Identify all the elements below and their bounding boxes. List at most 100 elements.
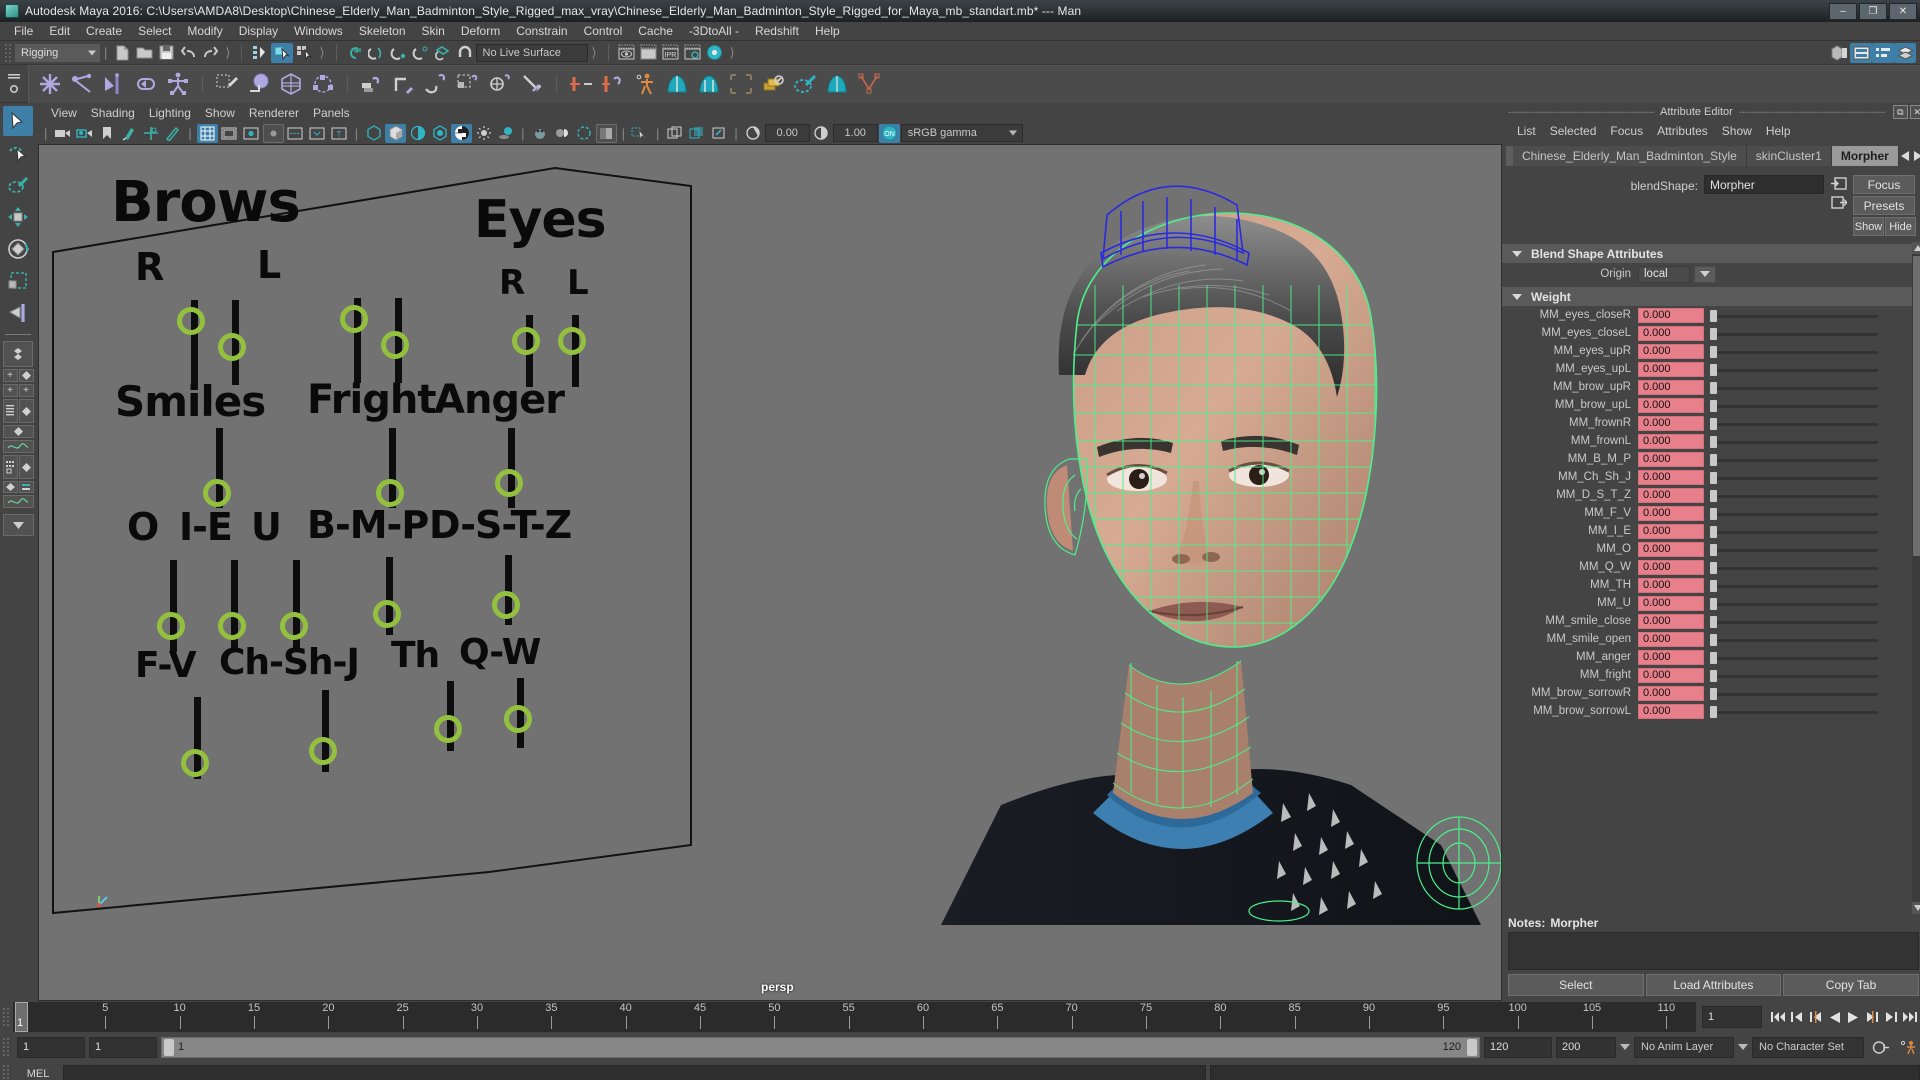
snap-view-plane-icon[interactable] xyxy=(432,43,454,63)
slider-knob[interactable] xyxy=(1710,453,1717,466)
scroll-down-arrow-icon[interactable] xyxy=(1911,902,1920,914)
tab-next-arrow-icon[interactable] xyxy=(1912,146,1920,166)
parent-constraint-icon[interactable] xyxy=(357,69,387,99)
weight-slider[interactable] xyxy=(1708,506,1904,521)
menu-set-selector[interactable]: Rigging xyxy=(15,43,100,62)
two-d-pan-zoom-icon[interactable] xyxy=(140,124,161,143)
ae-menu-focus[interactable]: Focus xyxy=(1603,124,1650,138)
i-e-handle[interactable] xyxy=(218,612,246,640)
weight-slider[interactable] xyxy=(1708,578,1904,593)
menu-cache[interactable]: Cache xyxy=(630,22,681,41)
paint-select-tool[interactable] xyxy=(3,170,33,200)
range-slider-gripper[interactable] xyxy=(2,1037,10,1057)
menu-create[interactable]: Create xyxy=(78,22,130,41)
select-hierarchy-icon[interactable] xyxy=(249,43,271,63)
shelf-tab-controls[interactable] xyxy=(0,65,28,103)
brows-l1-handle[interactable] xyxy=(340,305,368,333)
weight-value-field[interactable]: 0.000 xyxy=(1638,433,1704,449)
human-ik-icon[interactable] xyxy=(630,69,660,99)
move-tool[interactable] xyxy=(3,202,33,232)
menu-3dtoall[interactable]: -3DtoAll - xyxy=(681,22,747,41)
outliner-graph-editor-layout[interactable] xyxy=(2,481,18,493)
viewport-menu-show[interactable]: Show xyxy=(198,106,242,120)
close-icon[interactable]: ✕ xyxy=(1909,105,1920,119)
menu-control[interactable]: Control xyxy=(576,22,631,41)
step-back-frame-icon[interactable] xyxy=(1806,1006,1825,1028)
slider-knob[interactable] xyxy=(1710,561,1717,574)
weight-slider[interactable] xyxy=(1708,434,1904,449)
weight-value-field[interactable]: 0.000 xyxy=(1638,469,1704,485)
weight-value-field[interactable]: 0.000 xyxy=(1638,451,1704,467)
more-layouts[interactable] xyxy=(2,514,34,536)
weight-value-field[interactable]: 0.000 xyxy=(1638,397,1704,413)
resolution-gate-icon[interactable] xyxy=(241,124,262,143)
ipr-icon[interactable]: IPR xyxy=(660,43,682,63)
four-view-layout-b[interactable]: + xyxy=(2,384,18,397)
weight-value-field[interactable]: 0.000 xyxy=(1638,307,1704,323)
blendshape-icon[interactable] xyxy=(566,69,596,99)
play-backwards-icon[interactable] xyxy=(1825,1006,1844,1028)
copy-skin-weights-icon[interactable] xyxy=(758,69,788,99)
weight-value-field[interactable]: 0.000 xyxy=(1638,595,1704,611)
outliner-persp-layout[interactable] xyxy=(2,399,18,423)
range-start-field[interactable]: 1 xyxy=(17,1036,85,1058)
b-m-p-handle[interactable] xyxy=(373,600,401,628)
quick-rig-icon[interactable] xyxy=(662,69,692,99)
slider-knob[interactable] xyxy=(1710,435,1717,448)
render-settings-icon[interactable] xyxy=(682,43,704,63)
scale-tool[interactable] xyxy=(3,266,33,296)
slider-knob[interactable] xyxy=(1710,705,1717,718)
isolate-select-icon[interactable] xyxy=(630,124,651,143)
ch-sh-j-handle[interactable] xyxy=(309,737,337,765)
slider-knob[interactable] xyxy=(1710,381,1717,394)
scale-constraint-icon[interactable] xyxy=(453,69,483,99)
command-output-field[interactable] xyxy=(1210,1064,1920,1080)
command-line-gripper[interactable] xyxy=(2,1064,10,1080)
menu-deform[interactable]: Deform xyxy=(453,22,508,41)
weight-slider[interactable] xyxy=(1708,470,1904,485)
field-chart-icon[interactable]: T xyxy=(329,124,350,143)
camera-attributes-icon[interactable] xyxy=(74,124,95,143)
menu-skin[interactable]: Skin xyxy=(414,22,453,41)
eyes-l-handle[interactable] xyxy=(558,327,586,355)
eyes-r-handle[interactable] xyxy=(512,327,540,355)
q-w-handle[interactable] xyxy=(504,705,532,733)
weight-value-field[interactable]: 0.000 xyxy=(1638,379,1704,395)
attribute-editor-scrollbar[interactable] xyxy=(1911,242,1920,914)
weight-value-field[interactable]: 0.000 xyxy=(1638,361,1704,377)
tab-node-shape[interactable]: Chinese_Elderly_Man_Badminton_Style xyxy=(1513,146,1747,166)
smooth-skin-icon[interactable] xyxy=(822,69,852,99)
slider-knob[interactable] xyxy=(1710,363,1717,376)
snap-grid-icon[interactable] xyxy=(344,43,366,63)
anger-handle[interactable] xyxy=(495,469,523,497)
animation-end-field[interactable]: 200 xyxy=(1556,1036,1616,1058)
render-view-icon[interactable] xyxy=(616,43,638,63)
menu-modify[interactable]: Modify xyxy=(179,22,230,41)
menu-constrain[interactable]: Constrain xyxy=(508,22,575,41)
screen-space-ao-icon[interactable] xyxy=(530,124,551,143)
mirror-joint-icon[interactable] xyxy=(99,69,129,99)
weight-value-field[interactable]: 0.000 xyxy=(1638,613,1704,629)
focus-button[interactable]: Focus xyxy=(1853,175,1915,194)
lighting-icon[interactable] xyxy=(473,124,494,143)
weight-slider[interactable] xyxy=(1708,362,1904,377)
lattice-icon[interactable] xyxy=(276,69,306,99)
weight-value-field[interactable]: 0.000 xyxy=(1638,559,1704,575)
paint-skin-weights-icon[interactable] xyxy=(212,69,242,99)
render-region-icon[interactable] xyxy=(638,43,660,63)
d-s-t-z-handle[interactable] xyxy=(492,591,520,619)
select-node-out-icon[interactable] xyxy=(1831,196,1848,212)
new-scene-icon[interactable] xyxy=(111,43,133,63)
th-handle[interactable] xyxy=(434,715,462,743)
weight-value-field[interactable]: 0.000 xyxy=(1638,649,1704,665)
four-view-layout[interactable]: + xyxy=(2,369,18,382)
step-forward-key-icon[interactable] xyxy=(1882,1006,1901,1028)
single-perspective-layout[interactable] xyxy=(3,341,33,367)
menu-edit[interactable]: Edit xyxy=(41,22,78,41)
undock-icon[interactable]: ⧉ xyxy=(1892,105,1908,119)
wireframe-icon[interactable] xyxy=(363,124,384,143)
tab-node-skincluster[interactable]: skinCluster1 xyxy=(1746,146,1832,166)
human-ik-control-rig-icon[interactable] xyxy=(694,69,724,99)
section-weight[interactable]: Weight xyxy=(1502,287,1912,306)
weight-slider[interactable] xyxy=(1708,650,1904,665)
